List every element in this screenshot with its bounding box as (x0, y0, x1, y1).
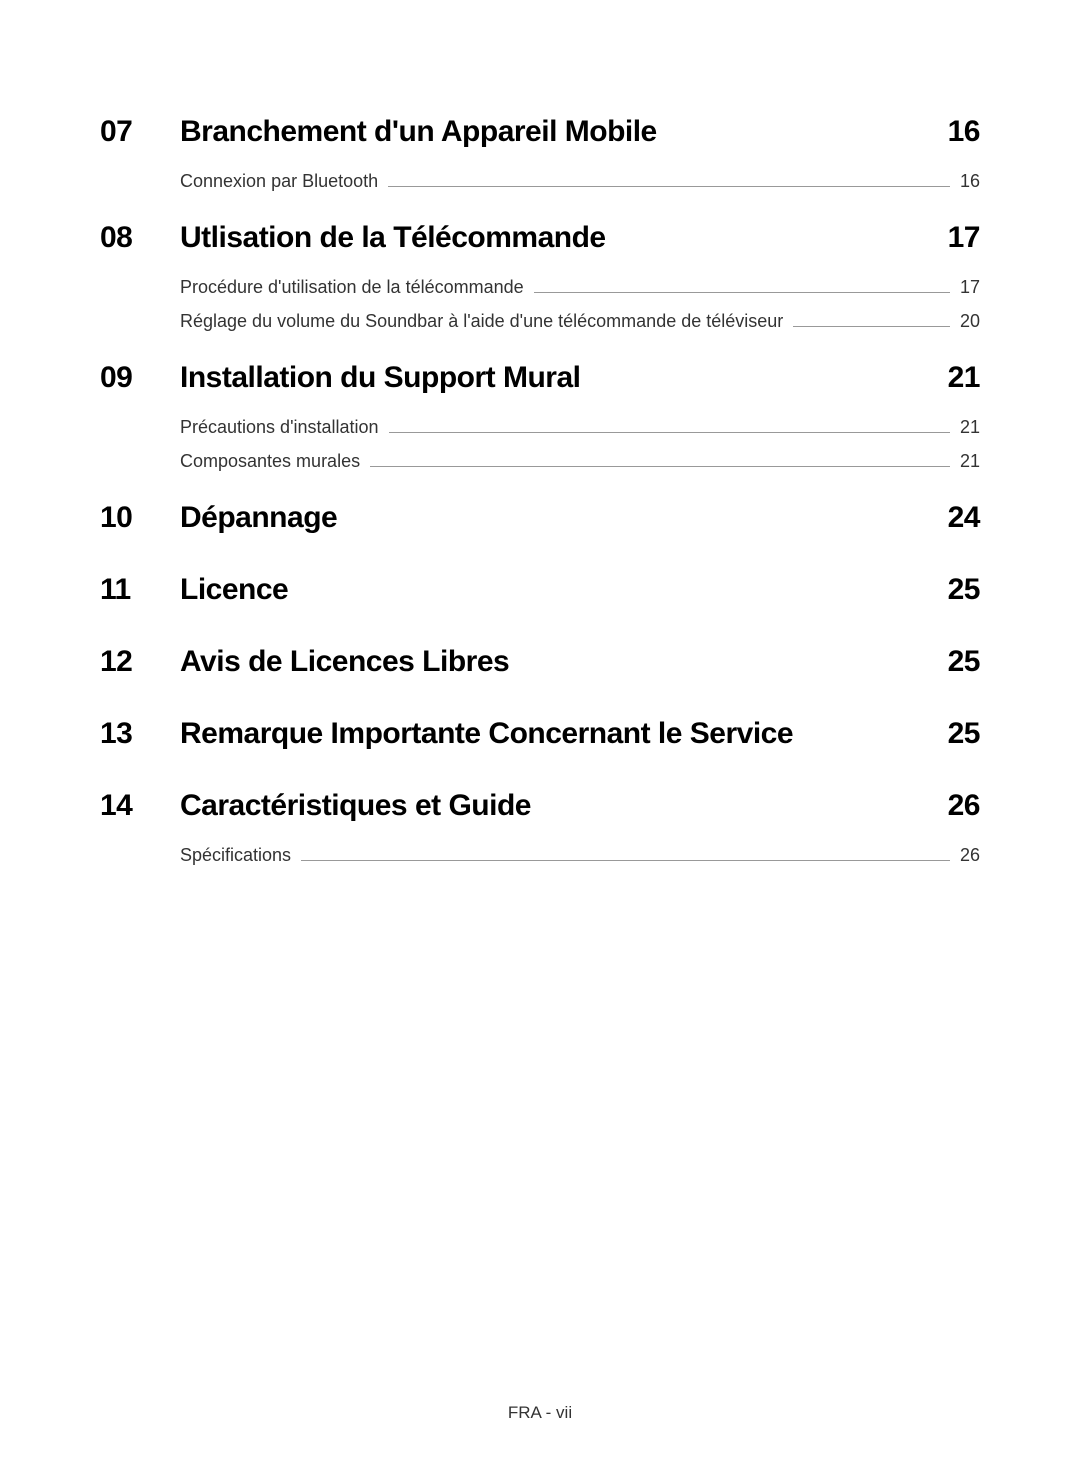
toc-section: 13Remarque Importante Concernant le Serv… (100, 717, 980, 751)
toc-heading-row: 08Utlisation de la Télécommande17 (100, 221, 980, 255)
toc-heading-row: 07Branchement d'un Appareil Mobile16 (100, 115, 980, 149)
toc-section-number: 13 (100, 717, 180, 751)
toc-section: 08Utlisation de la Télécommande17Procédu… (100, 221, 980, 333)
toc-sub-title: Réglage du volume du Soundbar à l'aide d… (180, 311, 783, 332)
toc-section-page: 25 (948, 717, 980, 751)
toc-section-page: 24 (948, 501, 980, 535)
toc-section-page: 21 (948, 361, 980, 395)
toc-sub-row: Précautions d'installation 21 (180, 417, 980, 439)
toc-sub-page: 16 (960, 171, 980, 192)
toc-heading-row: 11Licence25 (100, 573, 980, 607)
toc-section-page: 17 (948, 221, 980, 255)
toc-section-title: Installation du Support Mural (180, 361, 948, 395)
toc-section-page: 25 (948, 573, 980, 607)
page-footer: FRA - vii (0, 1403, 1080, 1423)
toc-leader-line (388, 186, 950, 187)
toc-section-number: 11 (100, 573, 180, 607)
toc-section-page: 26 (948, 789, 980, 823)
toc-sub-title: Composantes murales (180, 451, 360, 472)
toc-container: 07Branchement d'un Appareil Mobile16Conn… (0, 0, 1080, 867)
toc-heading-row: 09Installation du Support Mural21 (100, 361, 980, 395)
toc-sub-title: Procédure d'utilisation de la télécomman… (180, 277, 524, 298)
toc-section-title: Licence (180, 573, 948, 607)
toc-sub-page: 21 (960, 417, 980, 438)
toc-sub-row: Spécifications 26 (180, 845, 980, 867)
toc-section: 07Branchement d'un Appareil Mobile16Conn… (100, 115, 980, 193)
toc-sub-title: Connexion par Bluetooth (180, 171, 378, 192)
toc-leader-line (534, 292, 950, 293)
toc-sub-title: Précautions d'installation (180, 417, 379, 438)
toc-heading-row: 13Remarque Importante Concernant le Serv… (100, 717, 980, 751)
toc-heading-row: 12Avis de Licences Libres25 (100, 645, 980, 679)
toc-section-title: Avis de Licences Libres (180, 645, 948, 679)
toc-section-number: 09 (100, 361, 180, 395)
toc-leader-line (370, 466, 950, 467)
toc-section-title: Caractéristiques et Guide (180, 789, 948, 823)
toc-section: 09Installation du Support Mural21Précaut… (100, 361, 980, 473)
toc-sub-page: 20 (960, 311, 980, 332)
toc-section-number: 14 (100, 789, 180, 823)
toc-section: 14Caractéristiques et Guide26Spécificati… (100, 789, 980, 867)
toc-sub-page: 17 (960, 277, 980, 298)
toc-section-title: Dépannage (180, 501, 948, 535)
toc-section-number: 12 (100, 645, 180, 679)
toc-sub-row: Procédure d'utilisation de la télécomman… (180, 277, 980, 299)
toc-section-page: 25 (948, 645, 980, 679)
toc-section-number: 10 (100, 501, 180, 535)
toc-leader-line (301, 860, 950, 861)
toc-leader-line (389, 432, 950, 433)
toc-section-title: Branchement d'un Appareil Mobile (180, 115, 948, 149)
toc-sub-page: 26 (960, 845, 980, 866)
toc-heading-row: 14Caractéristiques et Guide26 (100, 789, 980, 823)
toc-sub-title: Spécifications (180, 845, 291, 866)
toc-section-title: Utlisation de la Télécommande (180, 221, 948, 255)
toc-section-page: 16 (948, 115, 980, 149)
toc-leader-line (793, 326, 950, 327)
toc-heading-row: 10Dépannage24 (100, 501, 980, 535)
toc-sub-row: Réglage du volume du Soundbar à l'aide d… (180, 311, 980, 333)
toc-section-title: Remarque Importante Concernant le Servic… (180, 717, 948, 751)
toc-section: 10Dépannage24 (100, 501, 980, 535)
toc-sub-page: 21 (960, 451, 980, 472)
toc-section: 11Licence25 (100, 573, 980, 607)
toc-section-number: 08 (100, 221, 180, 255)
toc-section: 12Avis de Licences Libres25 (100, 645, 980, 679)
toc-sub-row: Composantes murales 21 (180, 451, 980, 473)
toc-section-number: 07 (100, 115, 180, 149)
toc-sub-row: Connexion par Bluetooth 16 (180, 171, 980, 193)
